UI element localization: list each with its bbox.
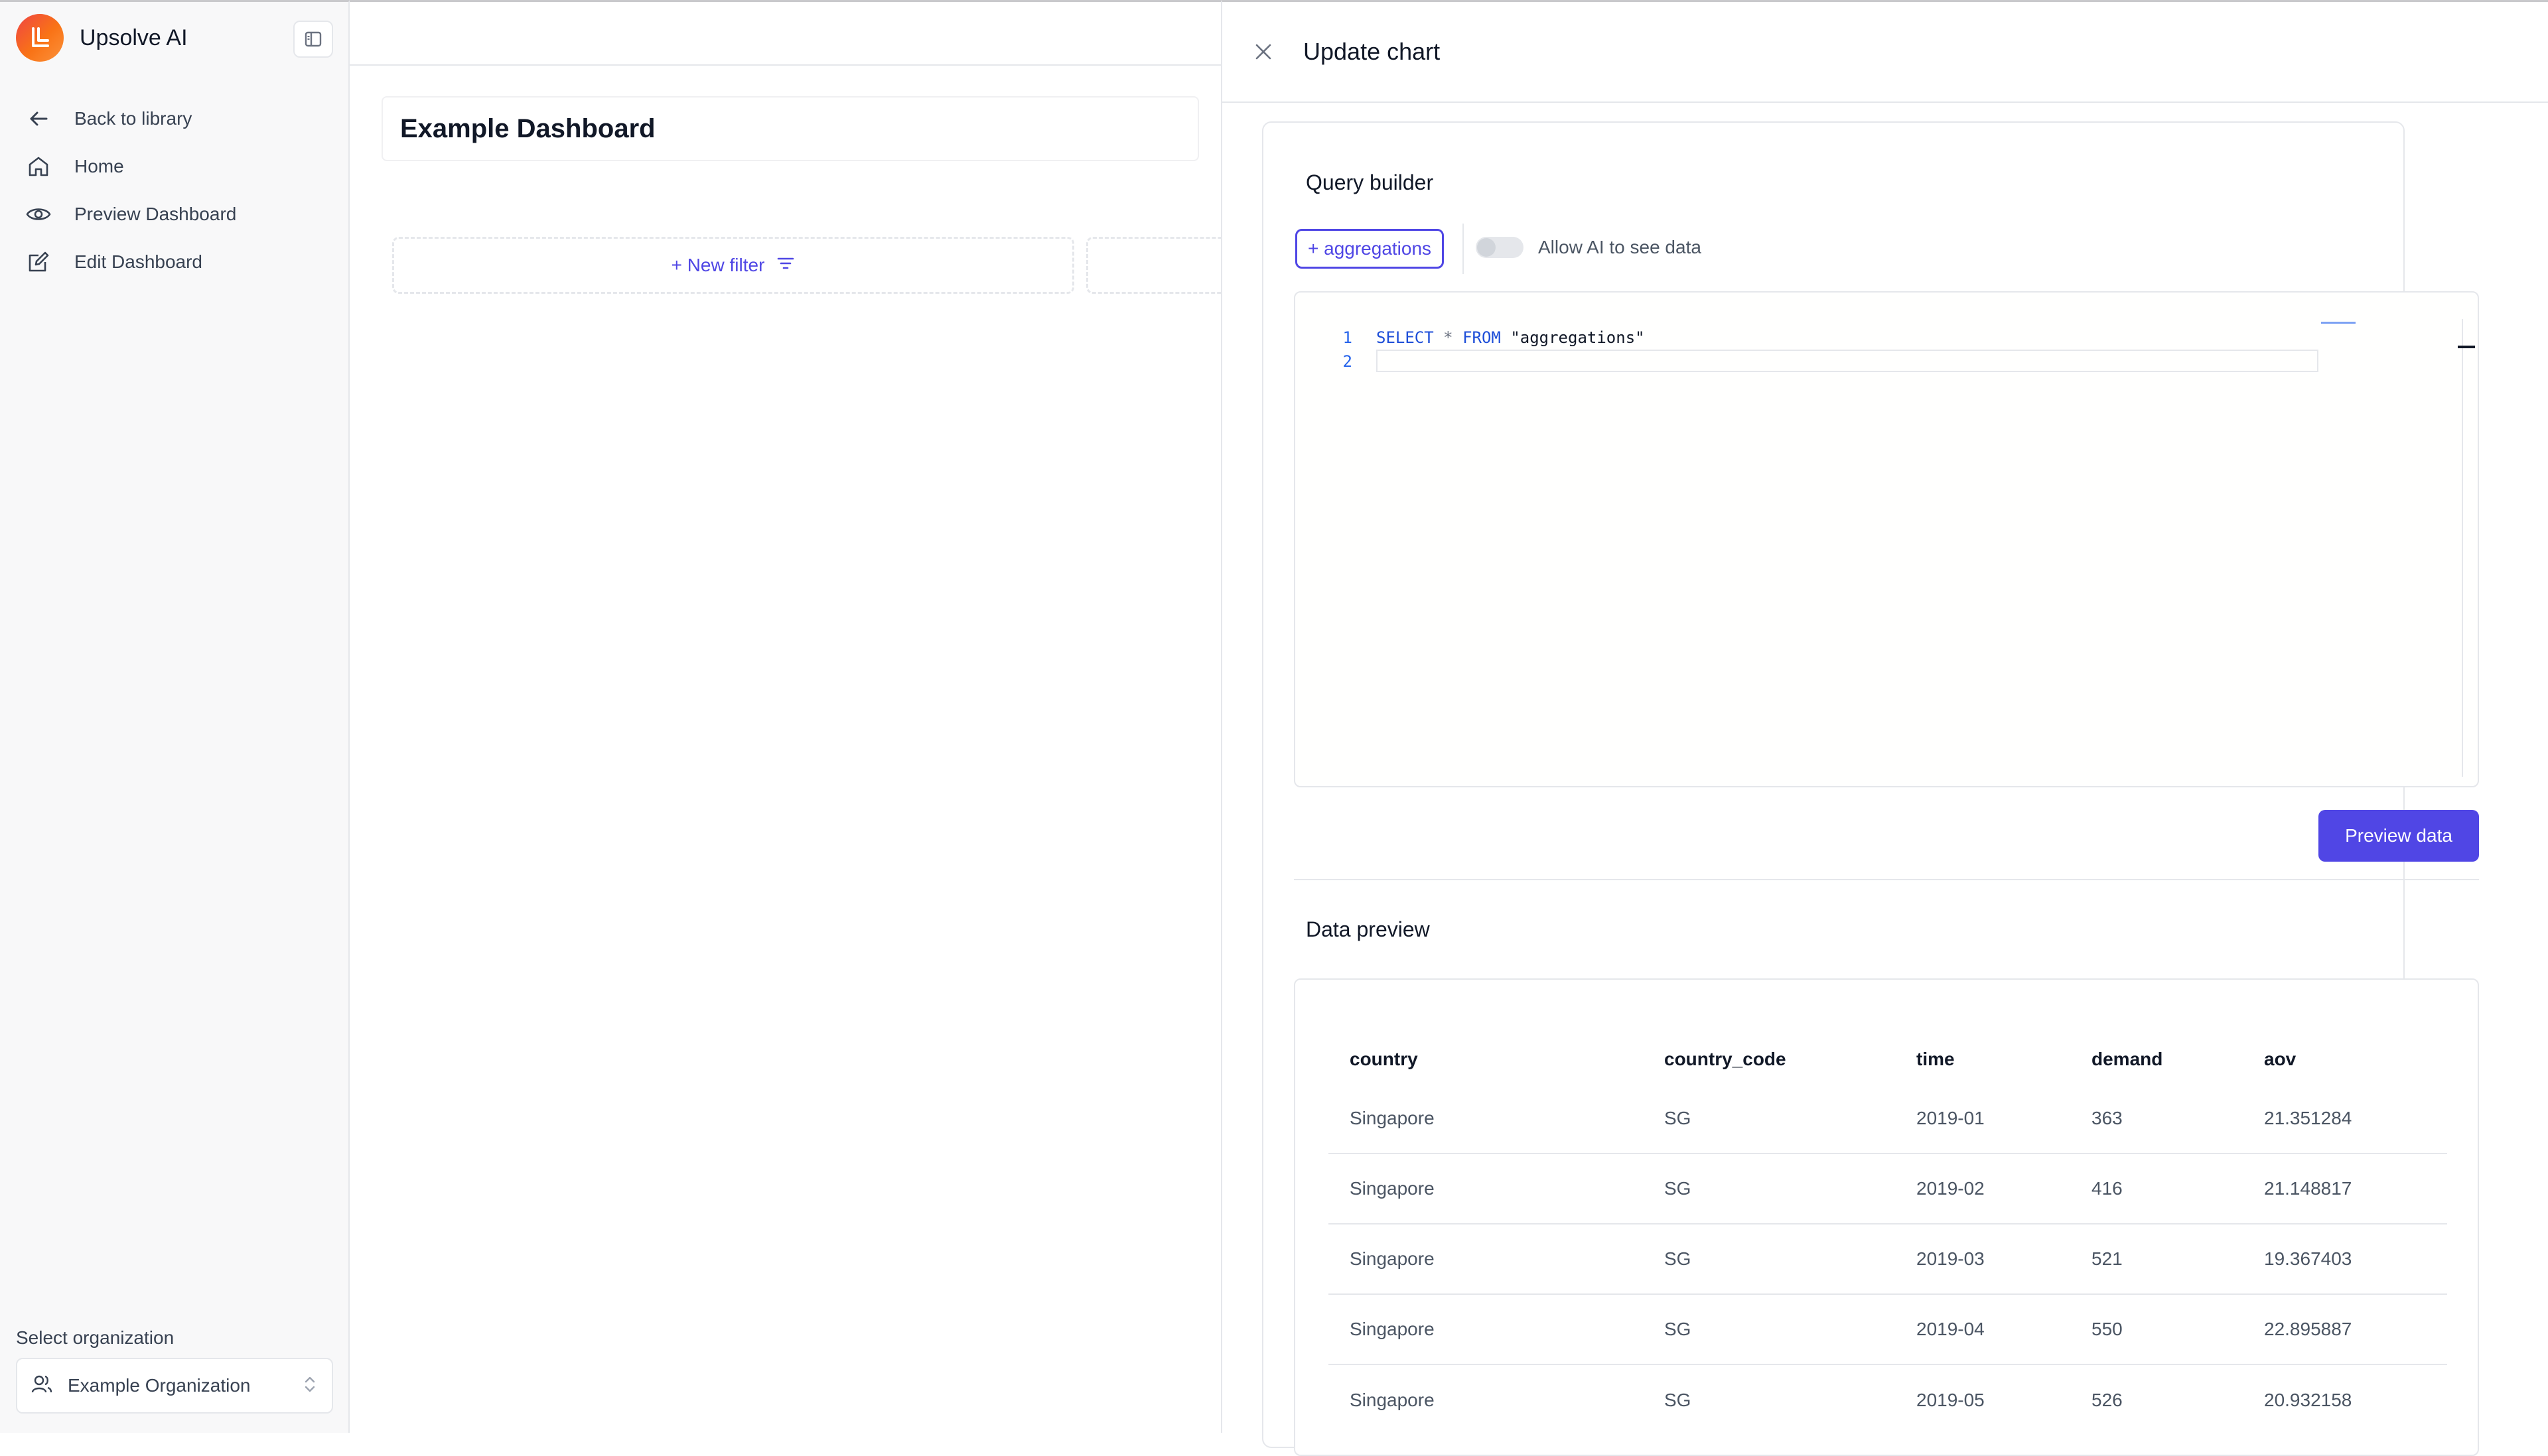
sidebar-item-label: Edit Dashboard	[74, 251, 202, 273]
toggle-knob	[1477, 238, 1496, 257]
sidebar-toggle-icon	[304, 30, 322, 48]
column-header: country_code	[1643, 1035, 1895, 1083]
users-icon	[31, 1373, 53, 1399]
dashboard-title: Example Dashboard	[400, 114, 656, 144]
table-cell: SG	[1643, 1154, 1895, 1224]
table-cell: 21.351284	[2243, 1083, 2447, 1154]
table-cell: Singapore	[1328, 1154, 1643, 1224]
column-header: time	[1895, 1035, 2070, 1083]
preview-data-button[interactable]: Preview data	[2318, 810, 2479, 862]
sql-keyword: SELECT	[1376, 328, 1434, 347]
table-cell: Singapore	[1328, 1364, 1643, 1435]
code-line: SELECT * FROM "aggregations"	[1376, 326, 1645, 350]
editor-scrollbar[interactable]	[2462, 319, 2463, 777]
table-cell: SG	[1643, 1224, 1895, 1294]
table-row: Singapore SG 2019-05 526 20.932158	[1328, 1364, 2447, 1435]
table-cell: 21.148817	[2243, 1154, 2447, 1224]
table-row: Singapore SG 2019-02 416 21.148817	[1328, 1154, 2447, 1224]
sidebar-collapse-button[interactable]	[293, 21, 333, 58]
top-bar	[350, 2, 1221, 66]
data-preview-table-card: country country_code time demand aov Sin…	[1294, 978, 2479, 1456]
table-cell: 2019-02	[1895, 1154, 2070, 1224]
sidebar-item-label: Back to library	[74, 108, 192, 129]
table-cell: Singapore	[1328, 1224, 1643, 1294]
column-header: demand	[2070, 1035, 2243, 1083]
new-filter-button[interactable]: + New filter	[392, 237, 1074, 294]
app-name: Upsolve AI	[80, 25, 188, 51]
sql-identifier: "aggregations"	[1510, 328, 1644, 347]
sidebar: Upsolve AI Back to library Home Previ	[0, 0, 350, 1433]
column-header: country	[1328, 1035, 1643, 1083]
brand: Upsolve AI	[16, 14, 188, 62]
dashboard-title-card[interactable]: Example Dashboard	[382, 96, 1199, 161]
panel-header: Update chart	[1222, 2, 2548, 103]
sql-operator: *	[1443, 328, 1452, 347]
chevron-up-down-icon	[303, 1374, 317, 1398]
table-cell: 22.895887	[2243, 1294, 2447, 1364]
sidebar-item-home[interactable]: Home	[24, 143, 236, 190]
line-number: 1	[1332, 326, 1352, 350]
table-cell: 526	[2070, 1364, 2243, 1435]
brand-logo	[16, 14, 64, 62]
table-cell: 19.367403	[2243, 1224, 2447, 1294]
new-filter-label: + New filter	[672, 255, 765, 276]
table-cell: SG	[1643, 1083, 1895, 1154]
home-icon	[24, 152, 53, 181]
data-preview-table: country country_code time demand aov Sin…	[1328, 1035, 2447, 1435]
filter-icon	[776, 255, 795, 276]
close-icon[interactable]	[1250, 38, 1277, 65]
table-cell: 2019-04	[1895, 1294, 2070, 1364]
org-select-label: Select organization	[16, 1327, 174, 1349]
org-select-value: Example Organization	[68, 1375, 303, 1396]
allow-ai-label: Allow AI to see data	[1538, 237, 1701, 258]
table-cell: 550	[2070, 1294, 2243, 1364]
query-card: Query builder + aggregations Allow AI to…	[1262, 121, 2405, 1448]
sidebar-item-back-to-library[interactable]: Back to library	[24, 95, 236, 143]
allow-ai-toggle[interactable]	[1476, 237, 1523, 258]
sidebar-nav: Back to library Home Preview Dashboard E…	[24, 95, 236, 286]
table-chip-aggregations[interactable]: + aggregations	[1295, 229, 1444, 269]
table-cell: Singapore	[1328, 1294, 1643, 1364]
table-cell: 2019-01	[1895, 1083, 2070, 1154]
sidebar-item-edit-dashboard[interactable]: Edit Dashboard	[24, 238, 236, 286]
table-cell: 2019-05	[1895, 1364, 2070, 1435]
table-cell: Singapore	[1328, 1083, 1643, 1154]
minimap	[2321, 322, 2356, 324]
table-row: Singapore SG 2019-01 363 21.351284	[1328, 1083, 2447, 1154]
table-cell: SG	[1643, 1294, 1895, 1364]
eye-icon	[24, 200, 53, 229]
scrollbar-marker	[2458, 346, 2475, 348]
table-cell: 521	[2070, 1224, 2243, 1294]
data-preview-title: Data preview	[1306, 917, 1430, 942]
table-cell: SG	[1643, 1364, 1895, 1435]
sidebar-item-label: Preview Dashboard	[74, 204, 236, 225]
org-select[interactable]: Example Organization	[16, 1358, 333, 1414]
edit-icon	[24, 247, 53, 277]
table-header-row: country country_code time demand aov	[1328, 1035, 2447, 1083]
sidebar-item-label: Home	[74, 156, 124, 177]
table-row: Singapore SG 2019-04 550 22.895887	[1328, 1294, 2447, 1364]
table-cell: 416	[2070, 1154, 2243, 1224]
update-chart-panel: Update chart Query builder + aggregation…	[1221, 0, 2548, 1433]
table-row: Singapore SG 2019-03 521 19.367403	[1328, 1224, 2447, 1294]
current-line-highlight	[1376, 350, 2318, 372]
sql-keyword: FROM	[1462, 328, 1501, 347]
column-header: aov	[2243, 1035, 2447, 1083]
table-cell: 20.932158	[2243, 1364, 2447, 1435]
divider	[1462, 224, 1464, 274]
table-cell: 363	[2070, 1083, 2243, 1154]
arrow-left-icon	[24, 104, 53, 133]
divider	[1294, 879, 2479, 880]
sql-editor[interactable]: 1 2 SELECT * FROM "aggregations"	[1294, 291, 2479, 787]
line-number: 2	[1332, 350, 1352, 373]
query-builder-title: Query builder	[1306, 170, 1433, 195]
table-cell: 2019-03	[1895, 1224, 2070, 1294]
line-numbers: 1 2	[1332, 326, 1352, 373]
dashboard-canvas: Example Dashboard + New filter	[350, 0, 1221, 1433]
sidebar-item-preview-dashboard[interactable]: Preview Dashboard	[24, 190, 236, 238]
panel-title: Update chart	[1303, 38, 1440, 66]
